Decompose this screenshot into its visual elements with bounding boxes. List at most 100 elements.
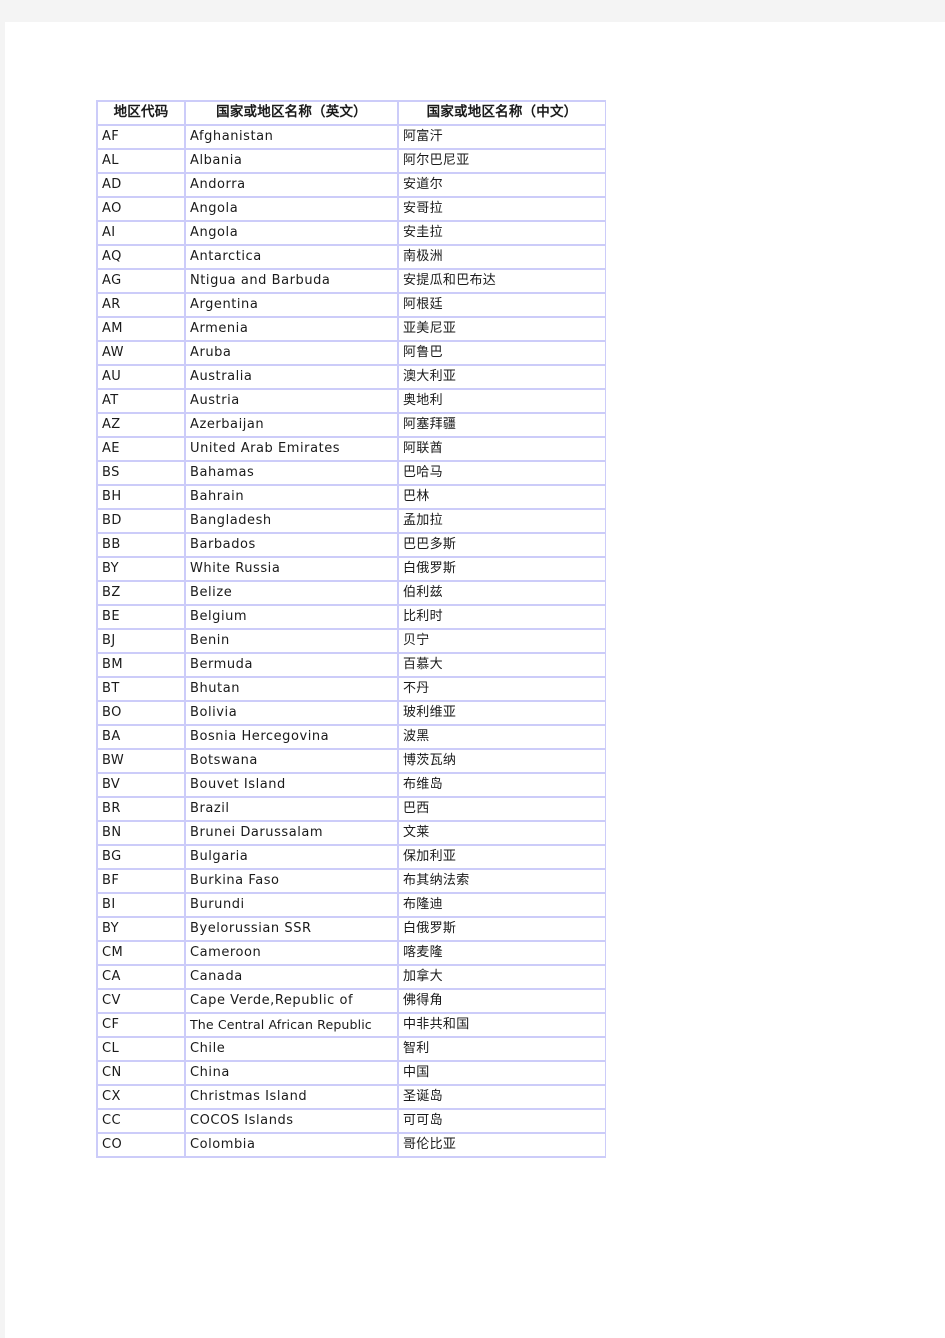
cell-name-chinese: 不丹	[399, 678, 605, 700]
cell-region-code: CV	[98, 990, 184, 1012]
cell-name-chinese: 喀麦隆	[399, 942, 605, 964]
cell-name-english: Bouvet Island	[186, 774, 397, 796]
cell-name-chinese: 阿根廷	[399, 294, 605, 316]
cell-region-code: AL	[98, 150, 184, 172]
table-row: BH Bahrain 巴林	[98, 486, 605, 508]
cell-region-code: CO	[98, 1134, 184, 1156]
table-row: AU Australia 澳大利亚	[98, 366, 605, 388]
cell-name-chinese: 安圭拉	[399, 222, 605, 244]
cell-region-code: CF	[98, 1014, 184, 1036]
cell-name-english: Canada	[186, 966, 397, 988]
cell-name-english: Bangladesh	[186, 510, 397, 532]
cell-name-chinese: 贝宁	[399, 630, 605, 652]
cell-name-english: Burkina Faso	[186, 870, 397, 892]
table-row: CL Chile 智利	[98, 1038, 605, 1060]
cell-name-english: Afghanistan	[186, 126, 397, 148]
cell-region-code: CL	[98, 1038, 184, 1060]
cell-region-code: CC	[98, 1110, 184, 1132]
table-row: BZ Belize 伯利兹	[98, 582, 605, 604]
cell-name-chinese: 波黑	[399, 726, 605, 748]
cell-name-english: Ntigua and Barbuda	[186, 270, 397, 292]
table-row: BG Bulgaria 保加利亚	[98, 846, 605, 868]
cell-region-code: AG	[98, 270, 184, 292]
table-row: BT Bhutan 不丹	[98, 678, 605, 700]
cell-region-code: AW	[98, 342, 184, 364]
table-row: BV Bouvet Island 布维岛	[98, 774, 605, 796]
cell-region-code: BR	[98, 798, 184, 820]
cell-name-english: Argentina	[186, 294, 397, 316]
cell-name-english: Benin	[186, 630, 397, 652]
cell-region-code: BY	[98, 918, 184, 940]
cell-region-code: AQ	[98, 246, 184, 268]
cell-name-chinese: 巴巴多斯	[399, 534, 605, 556]
cell-region-code: AI	[98, 222, 184, 244]
table-row: BY Byelorussian SSR 白俄罗斯	[98, 918, 605, 940]
cell-name-chinese: 阿联酋	[399, 438, 605, 460]
table-row: AQ Antarctica 南极洲	[98, 246, 605, 268]
cell-name-chinese: 阿鲁巴	[399, 342, 605, 364]
cell-region-code: CA	[98, 966, 184, 988]
cell-name-chinese: 博茨瓦纳	[399, 750, 605, 772]
table-row: BR Brazil 巴西	[98, 798, 605, 820]
cell-name-english: White Russia	[186, 558, 397, 580]
cell-name-chinese: 哥伦比亚	[399, 1134, 605, 1156]
cell-name-chinese: 安道尔	[399, 174, 605, 196]
cell-name-chinese: 布维岛	[399, 774, 605, 796]
table-row: BJ Benin 贝宁	[98, 630, 605, 652]
table-row: AW Aruba 阿鲁巴	[98, 342, 605, 364]
table-row: AO Angola 安哥拉	[98, 198, 605, 220]
table-row: BW Botswana 博茨瓦纳	[98, 750, 605, 772]
cell-name-chinese: 圣诞岛	[399, 1086, 605, 1108]
cell-name-english: Bosnia Hercegovina	[186, 726, 397, 748]
cell-name-english: United Arab Emirates	[186, 438, 397, 460]
table-row: AM Armenia 亚美尼亚	[98, 318, 605, 340]
cell-name-chinese: 阿尔巴尼亚	[399, 150, 605, 172]
table-row: BD Bangladesh 孟加拉	[98, 510, 605, 532]
cell-name-english: Bahrain	[186, 486, 397, 508]
cell-region-code: AD	[98, 174, 184, 196]
table-row: BB Barbados 巴巴多斯	[98, 534, 605, 556]
table-row: BM Bermuda 百慕大	[98, 654, 605, 676]
cell-region-code: BV	[98, 774, 184, 796]
cell-name-chinese: 安哥拉	[399, 198, 605, 220]
cell-name-english: Cameroon	[186, 942, 397, 964]
table-row: CM Cameroon 喀麦隆	[98, 942, 605, 964]
cell-region-code: BB	[98, 534, 184, 556]
cell-region-code: AT	[98, 390, 184, 412]
cell-name-english: Burundi	[186, 894, 397, 916]
table-row: CC COCOS Islands 可可岛	[98, 1110, 605, 1132]
cell-name-english: Botswana	[186, 750, 397, 772]
cell-name-english: Australia	[186, 366, 397, 388]
cell-region-code: BN	[98, 822, 184, 844]
cell-name-chinese: 阿塞拜疆	[399, 414, 605, 436]
table-row: AE United Arab Emirates 阿联酋	[98, 438, 605, 460]
table-row: BO Bolivia 玻利维亚	[98, 702, 605, 724]
cell-name-chinese: 亚美尼亚	[399, 318, 605, 340]
cell-region-code: AZ	[98, 414, 184, 436]
cell-name-chinese: 文莱	[399, 822, 605, 844]
cell-name-chinese: 孟加拉	[399, 510, 605, 532]
cell-region-code: BH	[98, 486, 184, 508]
cell-name-chinese: 巴林	[399, 486, 605, 508]
cell-name-english: Chile	[186, 1038, 397, 1060]
cell-name-chinese: 巴哈马	[399, 462, 605, 484]
cell-region-code: CM	[98, 942, 184, 964]
cell-name-english: Angola	[186, 222, 397, 244]
cell-name-english: The Central African Republic	[186, 1014, 397, 1036]
cell-region-code: AE	[98, 438, 184, 460]
cell-region-code: AF	[98, 126, 184, 148]
table-body: AF Afghanistan 阿富汗 AL Albania 阿尔巴尼亚 AD Andorra 安…	[98, 126, 605, 1156]
cell-name-english: Bolivia	[186, 702, 397, 724]
cell-name-chinese: 布隆迪	[399, 894, 605, 916]
country-code-table: 地区代码 国家或地区名称（英文） 国家或地区名称（中文） AF Afghanist…	[96, 100, 606, 1158]
cell-name-english: Austria	[186, 390, 397, 412]
cell-name-english: Belgium	[186, 606, 397, 628]
cell-name-chinese: 可可岛	[399, 1110, 605, 1132]
cell-name-chinese: 澳大利亚	[399, 366, 605, 388]
cell-name-english: Bahamas	[186, 462, 397, 484]
cell-region-code: BY	[98, 558, 184, 580]
table-row: CO Colombia 哥伦比亚	[98, 1134, 605, 1156]
cell-region-code: BO	[98, 702, 184, 724]
cell-name-chinese: 安提瓜和巴布达	[399, 270, 605, 292]
cell-name-chinese: 玻利维亚	[399, 702, 605, 724]
